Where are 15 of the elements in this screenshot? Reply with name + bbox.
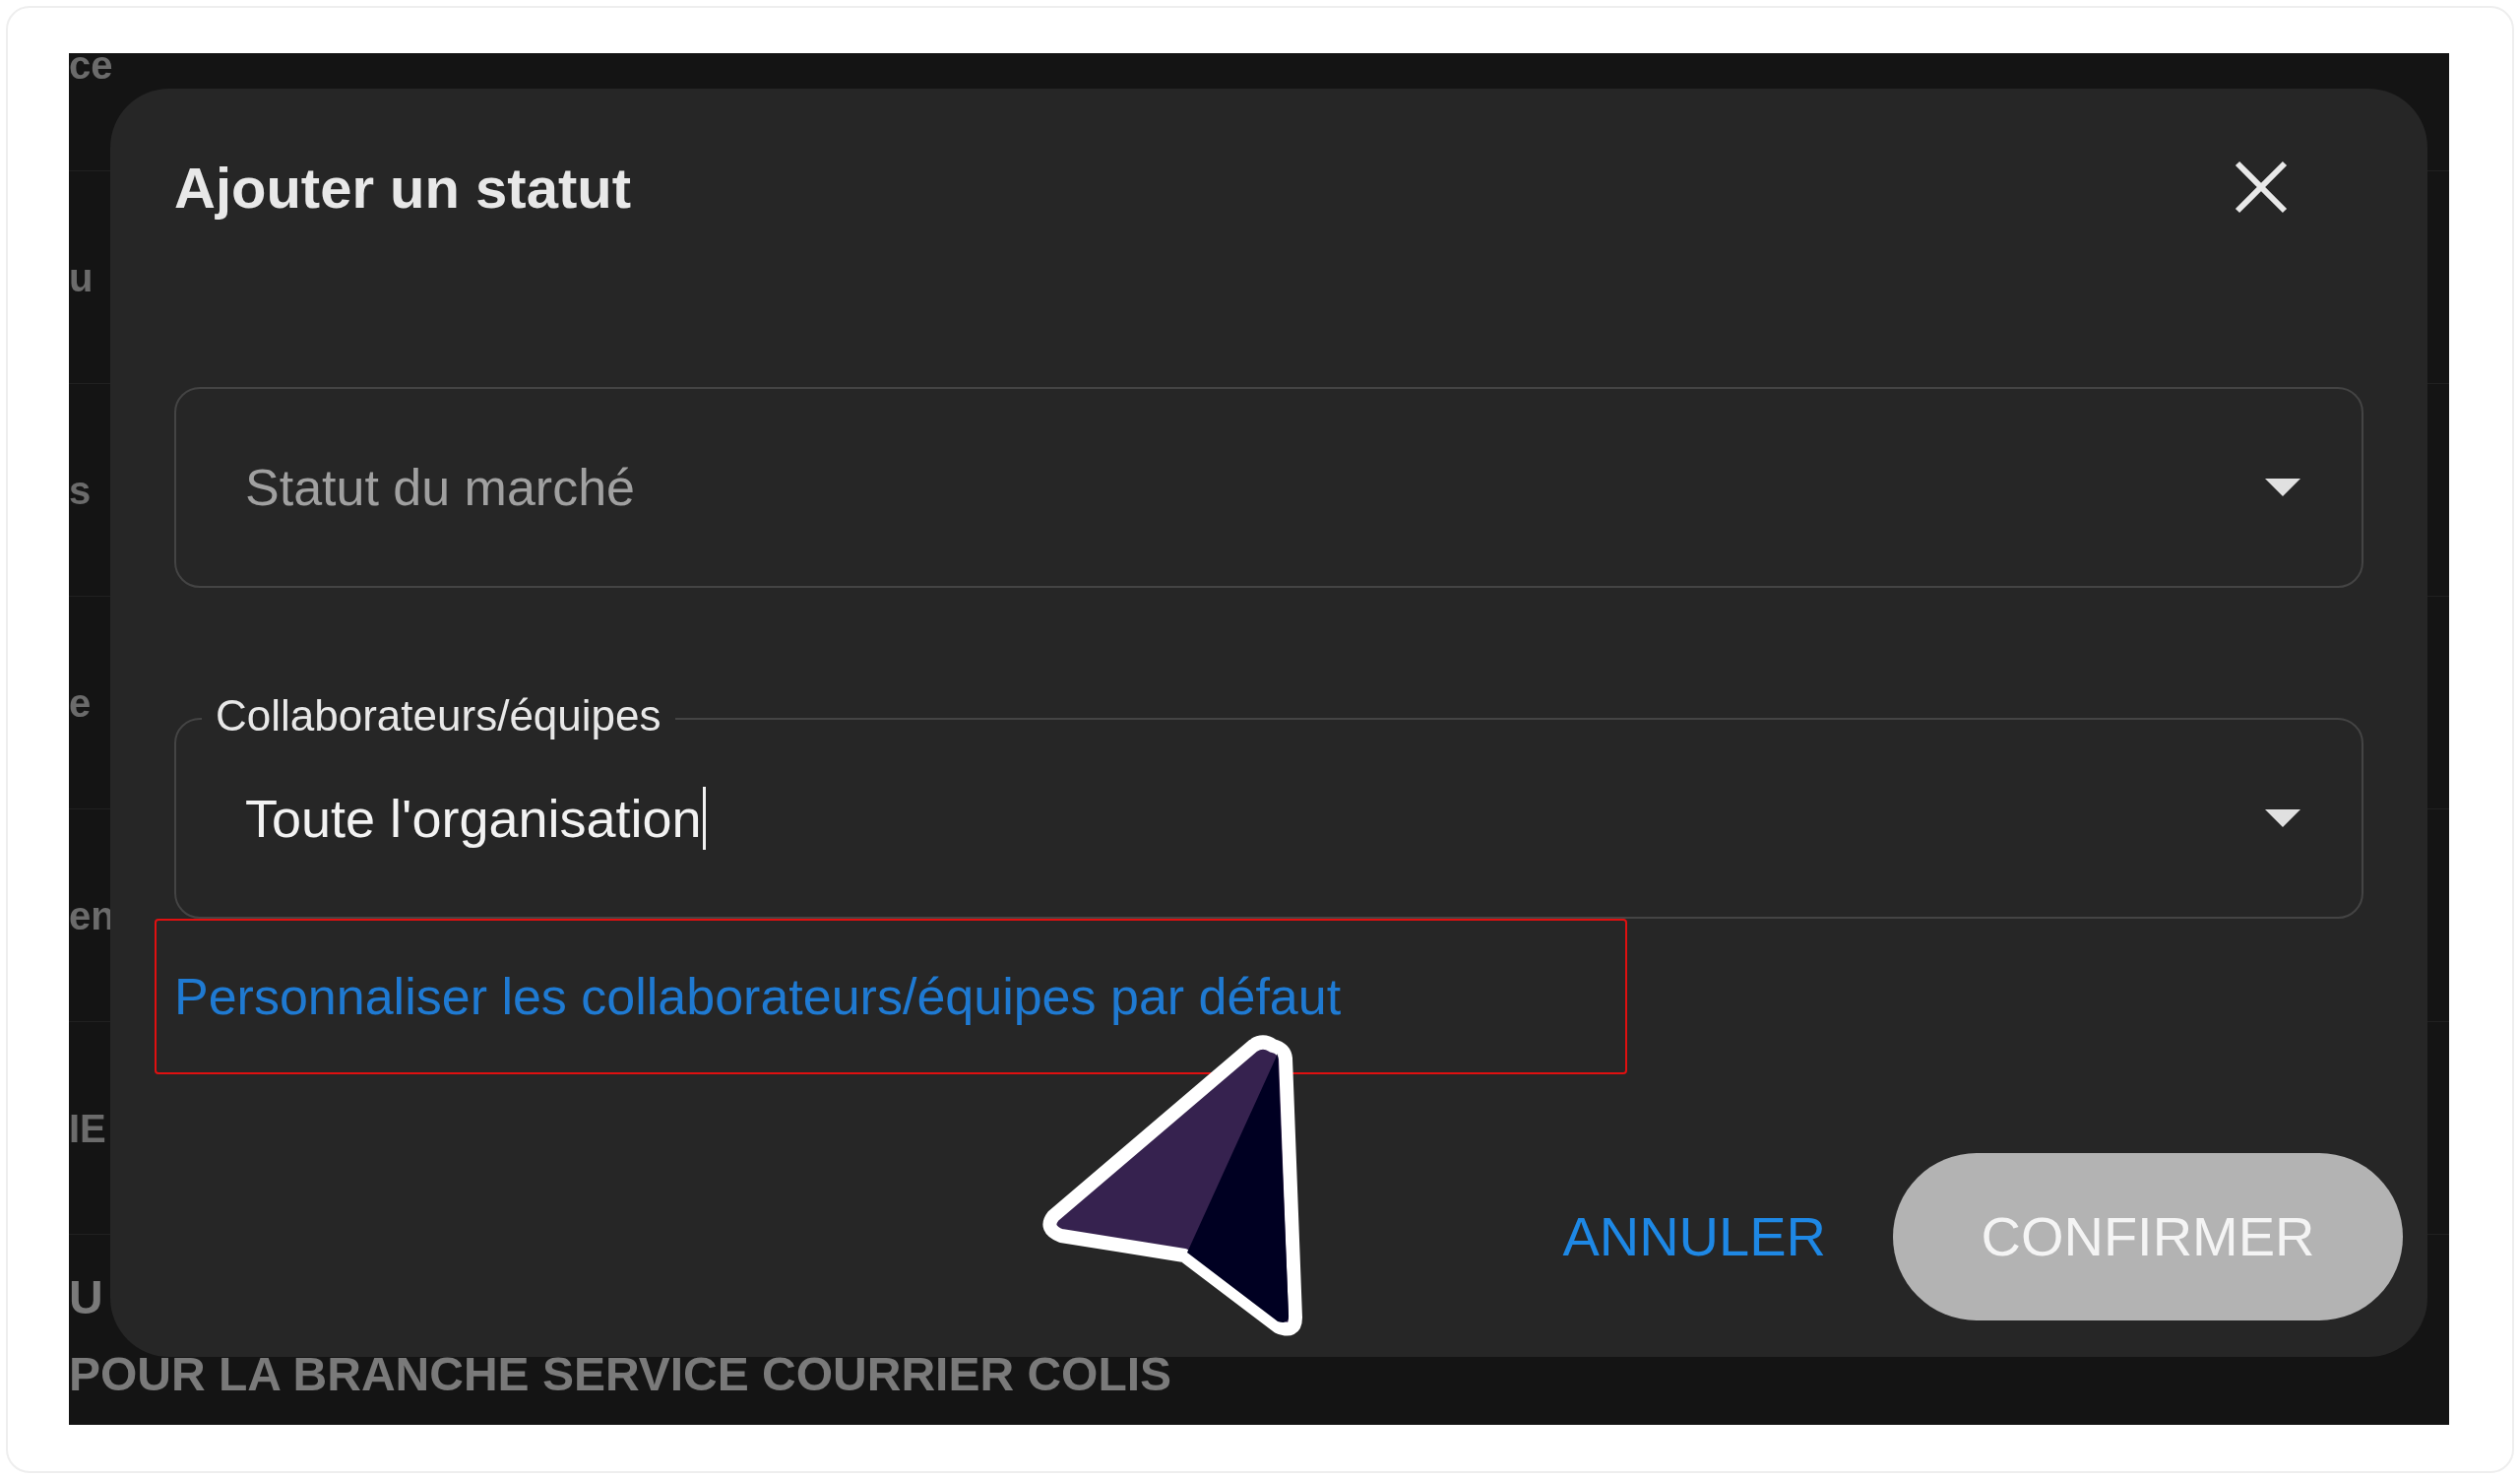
customize-link[interactable]: Personnaliser les collaborateurs/équipes par défaut: [174, 958, 1342, 1035]
field-value: Toute l'organisation: [245, 787, 702, 850]
dropdown-caret-icon: [2265, 479, 2300, 496]
dialog-title: Ajouter un statut: [174, 154, 631, 222]
row-text: U: [69, 1274, 104, 1321]
row-text: ce: [69, 53, 113, 85]
dropdown-field[interactable]: Statut du marché: [174, 387, 2363, 588]
dropdown-caret-icon: [2265, 809, 2300, 827]
row-text: IE: [69, 1108, 106, 1148]
row-text: e: [69, 682, 92, 723]
row-text: s: [69, 470, 92, 510]
field-placeholder: Statut du marché: [245, 458, 635, 518]
row-text: u: [69, 257, 94, 297]
cancel-button[interactable]: ANNULER: [1552, 1183, 1836, 1291]
row-text: POUR LA BRANCHE SERVICE COURRIER COLIS: [69, 1351, 1173, 1398]
